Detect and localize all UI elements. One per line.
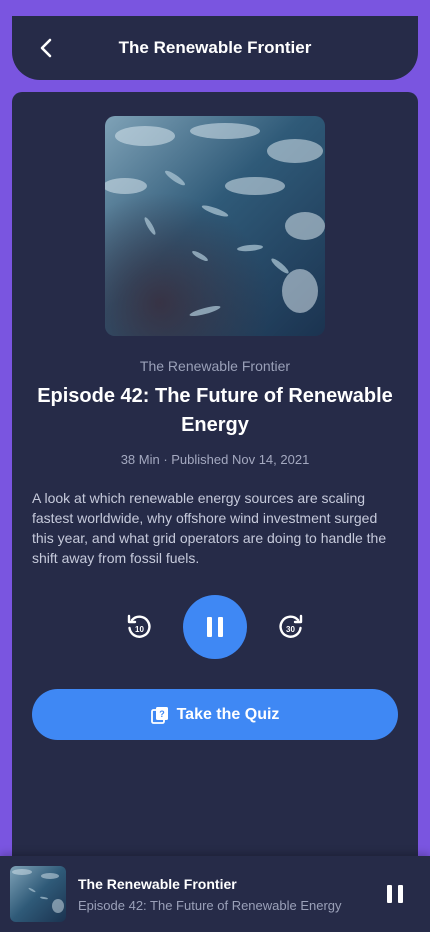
mini-player-title: The Renewable Frontier [78,876,237,892]
header-title: The Renewable Frontier [118,38,312,57]
chevron-left-icon [40,38,52,58]
svg-text:?: ? [159,709,165,719]
quiz-icon: ? [150,706,168,724]
rewind-10-icon: 10 [127,614,151,638]
take-quiz-label: Take the Quiz [176,705,280,723]
skip-forward-button[interactable]: 30 [277,613,305,641]
pause-icon [207,617,223,637]
forward-30-icon: 30 [279,614,303,638]
skip-forward-label: 30 [286,625,295,634]
skip-back-label: 10 [135,625,144,634]
mini-player-subtitle: Episode 42: The Future of Renewable Ener… [78,898,342,913]
pause-icon [387,885,403,903]
skip-back-button[interactable]: 10 [125,613,153,641]
mini-player[interactable]: The Renewable Frontier Episode 42: The F… [0,856,430,932]
episode-card: The Renewable Frontier Episode 42: The F… [12,92,418,872]
back-button[interactable] [34,36,58,60]
mini-player-artwork [10,866,66,922]
pause-button[interactable] [183,595,247,659]
episode-description: A look at which renewable energy sources… [32,490,387,566]
playback-controls: 10 30 [12,595,418,659]
podcast-name: The Renewable Frontier [139,358,291,374]
take-quiz-button[interactable]: ? Take the Quiz [32,689,398,740]
episode-artwork [105,116,325,336]
top-header: The Renewable Frontier [12,16,418,80]
episode-meta: 38 Min · Published Nov 14, 2021 [120,452,310,467]
episode-title: Episode 42: The Future of Renewable Ener… [37,385,393,436]
mini-pause-button[interactable] [384,882,406,906]
